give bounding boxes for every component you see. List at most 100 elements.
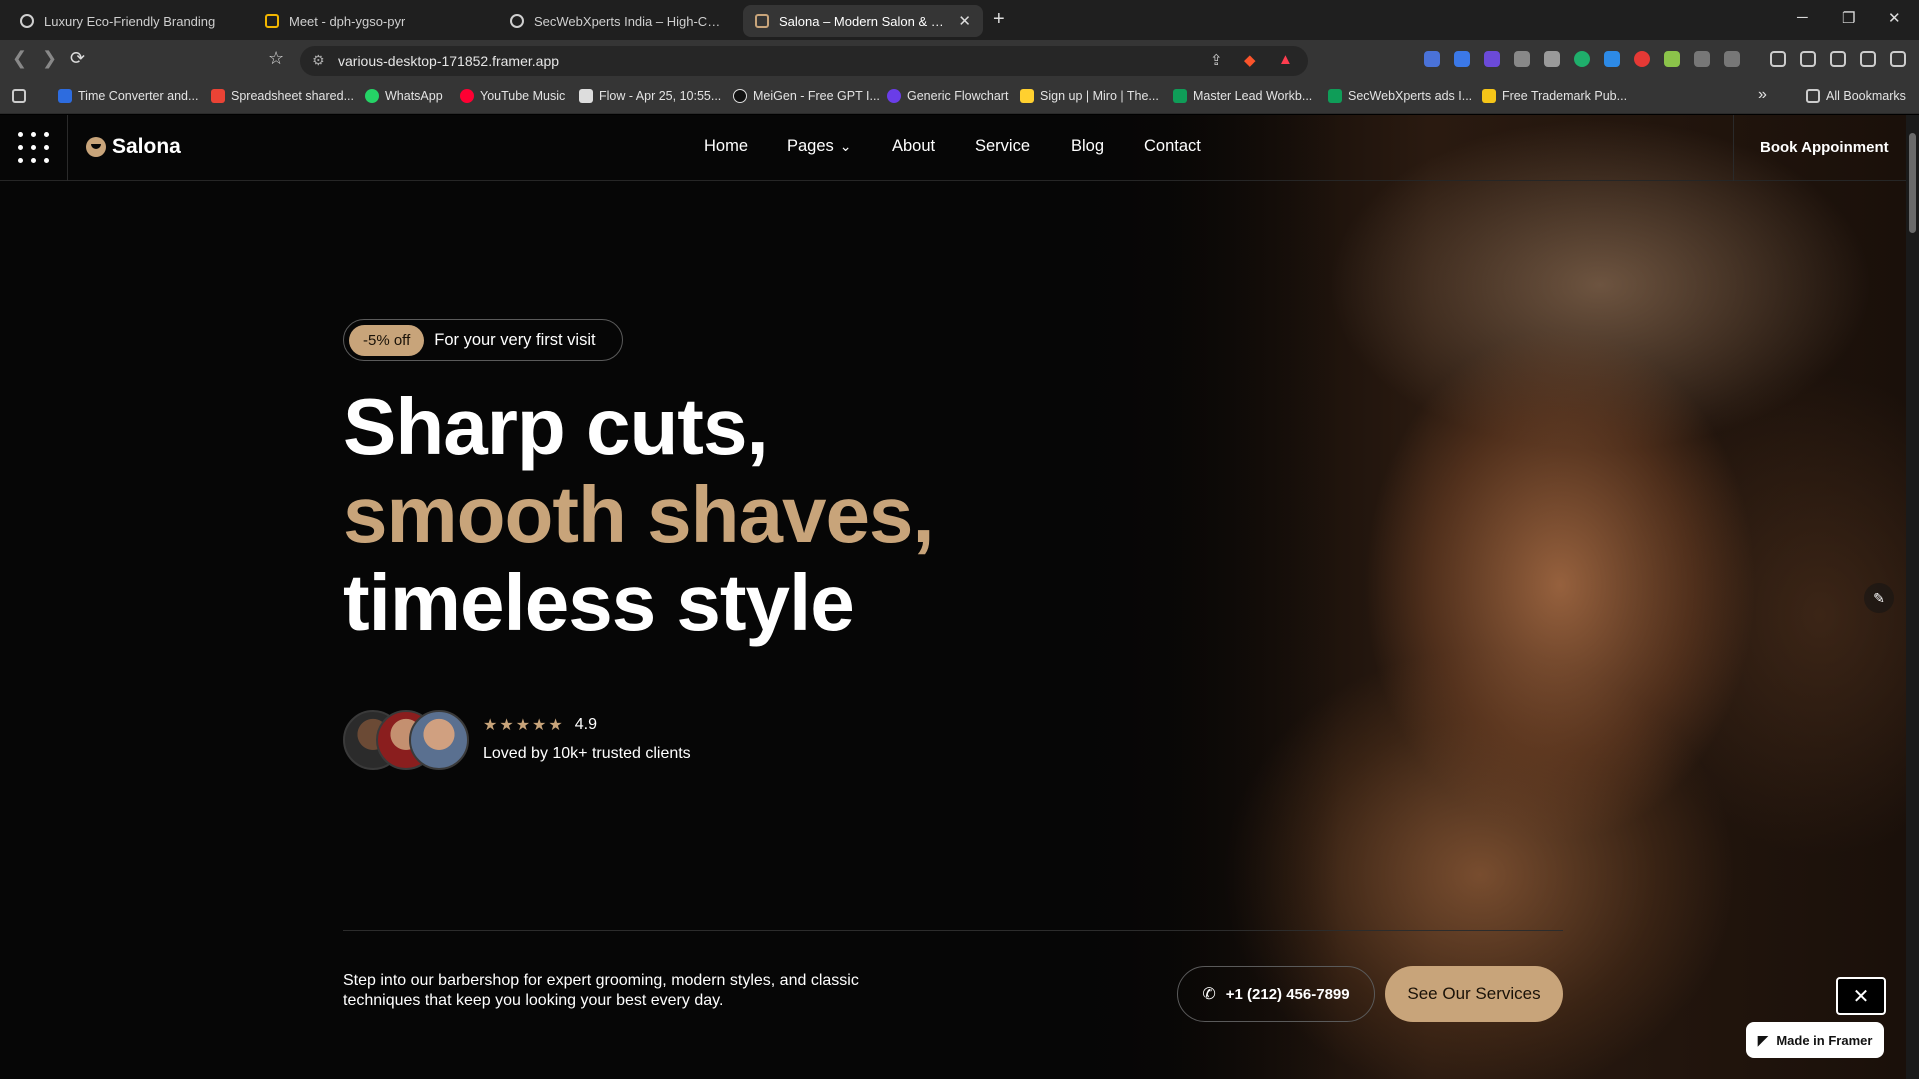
youtube-music-icon [460, 89, 474, 103]
first-visit-badge: -5% off For your very first visit [343, 319, 623, 361]
bookmark-item[interactable]: Time Converter and... [58, 89, 198, 103]
nav-pages-label: Pages [787, 137, 834, 155]
bookmark-item[interactable]: WhatsApp [365, 89, 443, 103]
reload-button[interactable]: ⟳ [70, 48, 85, 69]
nav-contact[interactable]: Contact [1144, 137, 1201, 156]
tab-luxury-branding[interactable]: Luxury Eco-Friendly Branding [8, 5, 248, 37]
more-bookmarks-icon[interactable]: » [1758, 86, 1767, 104]
menu-icon[interactable] [1890, 51, 1906, 67]
bookmark-item[interactable]: MeiGen - Free GPT I... [733, 89, 880, 103]
phone-icon: ✆ [1202, 986, 1216, 1003]
sidebar-icon[interactable] [1770, 51, 1786, 67]
translate-icon[interactable] [1454, 51, 1470, 67]
tab-meet[interactable]: Meet - dph-ygso-pyr [253, 5, 493, 37]
page-scrollbar[interactable] [1906, 115, 1919, 1079]
miro-icon [1020, 89, 1034, 103]
extension-icon[interactable] [1574, 51, 1590, 67]
restore-button[interactable]: ❐ [1842, 9, 1855, 27]
bookmark-item[interactable]: Spreadsheet shared... [211, 89, 354, 103]
star-rating-icon: ★★★★★ [483, 717, 565, 734]
made-in-framer-badge[interactable]: ◤ Made in Framer [1746, 1022, 1884, 1058]
header-divider [67, 115, 68, 181]
book-appointment-button[interactable]: Book Appoinment [1760, 139, 1889, 156]
headline-line-3: timeless style [343, 558, 855, 647]
scroll-thumb[interactable] [1909, 133, 1916, 233]
bookmark-item[interactable]: YouTube Music [460, 89, 565, 103]
vpn-icon[interactable] [1860, 51, 1876, 67]
brave-rewards-icon[interactable]: ▲ [1278, 51, 1293, 68]
wallet-icon[interactable] [1800, 51, 1816, 67]
tab-title: Luxury Eco-Friendly Branding [44, 13, 216, 29]
extension-icon[interactable] [1424, 51, 1440, 67]
bookmark-favicon-icon [58, 89, 72, 103]
flowchart-icon [887, 89, 901, 103]
bookmark-item[interactable]: Sign up | Miro | The... [1020, 89, 1159, 103]
leo-ai-icon[interactable] [1830, 51, 1846, 67]
puzzle-icon[interactable] [1694, 51, 1710, 67]
salona-page: Salona Home Pages ⌄ About Service Blog C… [0, 115, 1906, 1079]
extension-icon[interactable] [1604, 51, 1620, 67]
tab-salona[interactable]: Salona – Modern Salon & Spa Template ✕ [743, 5, 983, 37]
tab-close-icon[interactable]: ✕ [950, 12, 971, 30]
tab-title: Meet - dph-ygso-pyr [289, 13, 406, 29]
url-text[interactable]: various-desktop-171852.framer.app [338, 53, 559, 69]
grid-menu-icon[interactable] [18, 132, 50, 164]
globe-icon [510, 14, 524, 28]
apps-icon[interactable] [12, 89, 26, 103]
shield-icon[interactable] [1544, 51, 1560, 67]
hero-headline: Sharp cuts, smooth shaves, timeless styl… [343, 382, 935, 647]
browser-toolbar: ❮ ❯ ⟳ ☆ ⚙ various-desktop-171852.framer.… [0, 40, 1919, 80]
close-overlay-button[interactable]: ✕ [1836, 977, 1886, 1015]
site-logo[interactable]: Salona [86, 135, 181, 159]
address-bar[interactable]: ⚙ various-desktop-171852.framer.app ⇪ ◆ … [300, 46, 1308, 76]
extension-icon[interactable] [1724, 51, 1740, 67]
extension-icon[interactable] [1514, 51, 1530, 67]
meigen-icon [733, 89, 747, 103]
phone-button[interactable]: ✆ +1 (212) 456-7899 [1177, 966, 1375, 1022]
hero-description: Step into our barbershop for expert groo… [343, 972, 859, 1009]
nav-home[interactable]: Home [704, 137, 748, 156]
hero-image-fade [1040, 115, 1340, 1079]
minimize-button[interactable]: ─ [1797, 9, 1808, 26]
badge-text: For your very first visit [434, 330, 596, 349]
tab-title: Salona – Modern Salon & Spa Template [779, 13, 950, 29]
see-services-button[interactable]: See Our Services [1385, 966, 1563, 1022]
bookmark-item[interactable]: SecWebXperts ads I... [1328, 89, 1472, 103]
bookmark-icon[interactable]: ☆ [268, 48, 284, 69]
bookmark-item[interactable]: Free Trademark Pub... [1482, 89, 1627, 103]
headline-line-1: Sharp cuts, [343, 382, 769, 471]
bookmark-item[interactable]: Master Lead Workb... [1173, 89, 1312, 103]
back-button[interactable]: ❮ [12, 48, 27, 69]
trusted-clients-text: Loved by 10k+ trusted clients [483, 745, 691, 762]
whatsapp-icon [365, 89, 379, 103]
client-avatars [343, 710, 469, 770]
salona-favicon-icon [755, 14, 769, 28]
globe-icon [20, 14, 34, 28]
edit-icon[interactable]: ✎ [1864, 583, 1894, 613]
gmail-icon [211, 89, 225, 103]
forward-button[interactable]: ❯ [42, 48, 57, 69]
bookmark-item[interactable]: Flow - Apr 25, 10:55... [579, 89, 721, 103]
site-settings-icon[interactable]: ⚙ [312, 52, 325, 69]
headline-line-2: smooth shaves, [343, 470, 935, 559]
nav-pages[interactable]: Pages ⌄ [787, 137, 852, 156]
brave-shield-icon[interactable]: ◆ [1244, 51, 1256, 69]
document-icon [579, 89, 593, 103]
extension-icon[interactable] [1634, 51, 1650, 67]
tab-title: SecWebXperts India – High-Converting [534, 13, 726, 29]
share-icon[interactable]: ⇪ [1210, 51, 1223, 69]
tab-secwebxperts[interactable]: SecWebXperts India – High-Converting [498, 5, 738, 37]
sheets-icon [1328, 89, 1342, 103]
close-window-button[interactable]: ✕ [1888, 9, 1901, 27]
nav-service[interactable]: Service [975, 137, 1030, 156]
framer-icon: ◤ [1757, 1031, 1769, 1048]
new-tab-button[interactable]: + [993, 8, 1005, 31]
all-bookmarks[interactable]: All Bookmarks [1806, 89, 1906, 103]
nav-blog[interactable]: Blog [1071, 137, 1104, 156]
bookmark-item[interactable]: Generic Flowchart [887, 89, 1008, 103]
nav-about[interactable]: About [892, 137, 935, 156]
rating: ★★★★★ 4.9 [483, 715, 597, 735]
extension-icon[interactable] [1664, 51, 1680, 67]
sheets-icon [1173, 89, 1187, 103]
extension-icon[interactable] [1484, 51, 1500, 67]
